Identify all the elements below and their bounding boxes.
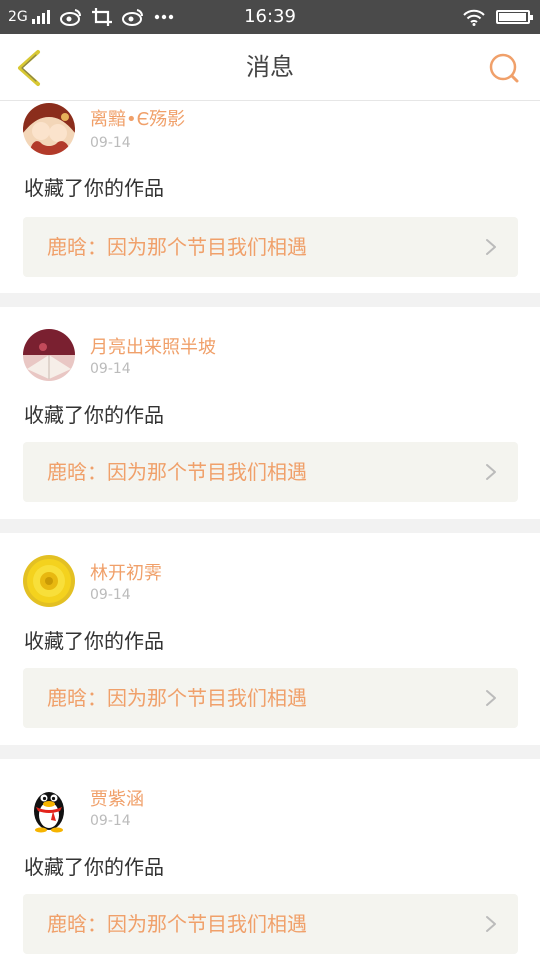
work-title: 鹿晗：因为那个节目我们相遇 bbox=[47, 235, 307, 259]
notification-date: 09-14 bbox=[90, 361, 131, 377]
card-divider bbox=[0, 519, 540, 533]
user-avatar[interactable] bbox=[23, 329, 75, 381]
user-name[interactable]: 离黯•Є殇影 bbox=[90, 105, 185, 131]
chevron-right-icon bbox=[486, 916, 496, 932]
clock: 16:39 bbox=[244, 6, 296, 27]
work-title: 鹿晗：因为那个节目我们相遇 bbox=[47, 912, 307, 936]
work-link[interactable]: 鹿晗：因为那个节目我们相遇 bbox=[23, 217, 518, 277]
app-header: 消息 bbox=[0, 34, 540, 101]
qq-penguin-avatar[interactable] bbox=[23, 781, 75, 833]
work-link[interactable]: 鹿晗：因为那个节目我们相遇 bbox=[23, 442, 518, 502]
notification-list[interactable]: 离黯•Є殇影 09-14 收藏了你的作品 鹿晗：因为那个节目我们相遇 月亮出来照… bbox=[0, 101, 540, 960]
notification-date: 09-14 bbox=[90, 813, 131, 829]
card-divider bbox=[0, 293, 540, 307]
notification-action: 收藏了你的作品 bbox=[24, 403, 164, 427]
work-link[interactable]: 鹿晗：因为那个节目我们相遇 bbox=[23, 668, 518, 728]
chevron-right-icon bbox=[486, 690, 496, 706]
work-title: 鹿晗：因为那个节目我们相遇 bbox=[47, 686, 307, 710]
user-name[interactable]: 贾紫涵 bbox=[90, 785, 144, 811]
notification-item: 离黯•Є殇影 09-14 收藏了你的作品 鹿晗：因为那个节目我们相遇 bbox=[0, 101, 540, 295]
wifi-icon bbox=[463, 9, 485, 26]
user-avatar[interactable] bbox=[23, 555, 75, 607]
notification-date: 09-14 bbox=[90, 587, 131, 603]
card-divider bbox=[0, 745, 540, 759]
page-title: 消息 bbox=[246, 53, 294, 81]
battery-icon bbox=[496, 10, 533, 24]
notification-item: 林开初霁 09-14 收藏了你的作品 鹿晗：因为那个节目我们相遇 bbox=[0, 533, 540, 743]
work-title: 鹿晗：因为那个节目我们相遇 bbox=[47, 460, 307, 484]
search-icon[interactable] bbox=[488, 52, 520, 84]
notification-action: 收藏了你的作品 bbox=[24, 176, 164, 200]
notification-action: 收藏了你的作品 bbox=[24, 855, 164, 879]
notification-action: 收藏了你的作品 bbox=[24, 629, 164, 653]
notification-date: 09-14 bbox=[90, 135, 131, 151]
notification-item: 月亮出来照半坡 09-14 收藏了你的作品 鹿晗：因为那个节目我们相遇 bbox=[0, 307, 540, 517]
user-name[interactable]: 月亮出来照半坡 bbox=[90, 333, 216, 359]
status-bar: 2G 16:39 bbox=[0, 0, 540, 34]
user-avatar[interactable] bbox=[23, 103, 75, 155]
chevron-right-icon bbox=[486, 239, 496, 255]
chevron-right-icon bbox=[486, 464, 496, 480]
notification-item: 贾紫涵 09-14 收藏了你的作品 鹿晗：因为那个节目我们相遇 bbox=[0, 759, 540, 960]
work-link[interactable]: 鹿晗：因为那个节目我们相遇 bbox=[23, 894, 518, 954]
user-name[interactable]: 林开初霁 bbox=[90, 559, 162, 585]
